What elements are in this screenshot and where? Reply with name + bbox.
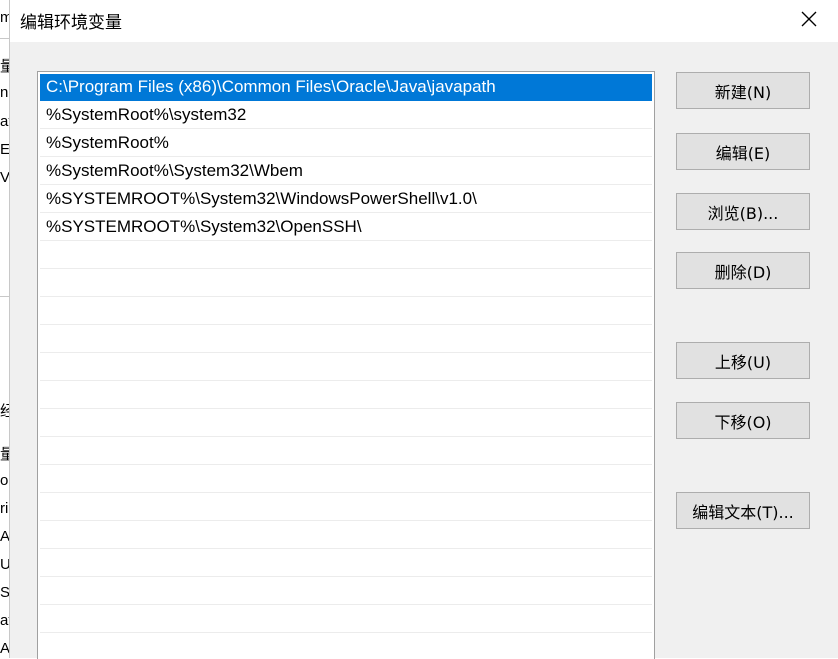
background-fragment: o [0,472,9,489]
background-fragment: A [0,528,10,545]
list-item[interactable]: C:\Program Files (x86)\Common Files\Orac… [40,74,652,101]
close-icon [801,11,817,27]
list-item[interactable]: %SystemRoot%\system32 [40,102,652,129]
empty-list-row[interactable] [40,578,652,605]
empty-list-row[interactable] [40,494,652,521]
empty-list-row[interactable] [40,634,652,659]
background-fragment: E [0,141,10,158]
background-fragment: 量 [0,55,9,76]
edit-button[interactable]: 编辑(E) [676,133,810,170]
list-item-text: C:\Program Files (x86)\Common Files\Orac… [46,77,496,96]
background-fragment: S [0,584,10,601]
empty-list-row[interactable] [40,242,652,269]
empty-list-row[interactable] [40,606,652,633]
empty-list-row[interactable] [40,550,652,577]
background-fragment: V [0,169,10,186]
background-fragment: ri [0,500,9,517]
list-item-text: %SystemRoot% [46,133,169,152]
edit-env-variable-dialog: 编辑环境变量 C:\Program Files (x86)\Common Fil… [10,0,838,659]
background-fragment: m [0,9,9,26]
empty-list-row[interactable] [40,438,652,465]
background-fragment: n [0,84,9,101]
background-fragment: A [0,640,10,657]
background-window: m 量 n at E V 经 量 o ri A U S at A [0,0,10,658]
empty-list-row[interactable] [40,298,652,325]
background-fragment: U [0,556,10,573]
background-fragment: at [0,113,9,130]
background-fragment: 量 [0,443,9,464]
empty-list-row[interactable] [40,410,652,437]
empty-list-row[interactable] [40,382,652,409]
list-item[interactable]: %SYSTEMROOT%\System32\OpenSSH\ [40,214,652,241]
new-button[interactable]: 新建(N) [676,72,810,109]
close-button[interactable] [792,4,826,34]
list-item-text: %SystemRoot%\system32 [46,105,247,124]
list-item-text: %SystemRoot%\System32\Wbem [46,161,303,180]
background-fragment: at [0,612,9,629]
empty-list-row[interactable] [40,522,652,549]
list-item[interactable]: %SYSTEMROOT%\System32\WindowsPowerShell\… [40,186,652,213]
list-item[interactable]: %SystemRoot% [40,130,652,157]
list-item-text: %SYSTEMROOT%\System32\OpenSSH\ [46,217,362,236]
path-list[interactable]: C:\Program Files (x86)\Common Files\Orac… [37,71,655,659]
empty-list-row[interactable] [40,326,652,353]
list-item[interactable]: %SystemRoot%\System32\Wbem [40,158,652,185]
edit-text-button[interactable]: 编辑文本(T)... [676,492,810,529]
empty-list-row[interactable] [40,270,652,297]
title-bar: 编辑环境变量 [10,0,838,42]
move-down-button[interactable]: 下移(O) [676,402,810,439]
browse-button[interactable]: 浏览(B)... [676,193,810,230]
move-up-button[interactable]: 上移(U) [676,342,810,379]
empty-list-row[interactable] [40,466,652,493]
delete-button[interactable]: 删除(D) [676,252,810,289]
dialog-title: 编辑环境变量 [20,13,122,33]
list-item-text: %SYSTEMROOT%\System32\WindowsPowerShell\… [46,189,477,208]
empty-list-row[interactable] [40,354,652,381]
background-fragment: 经 [0,400,9,421]
